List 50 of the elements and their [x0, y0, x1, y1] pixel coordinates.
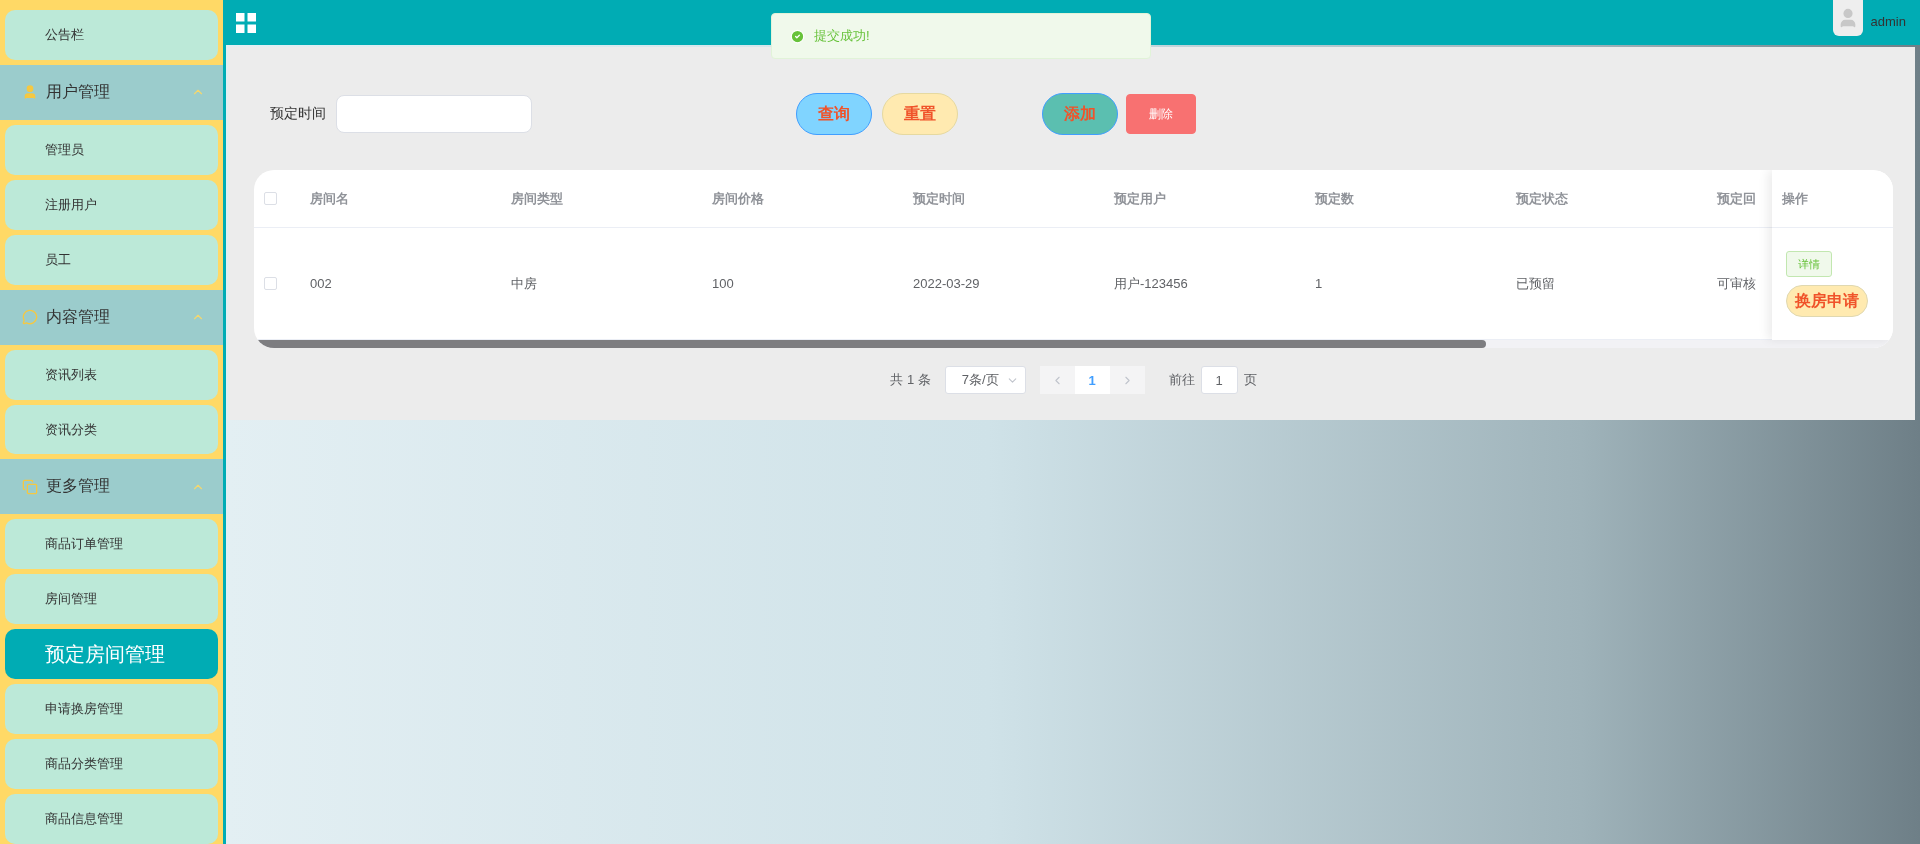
menu-group-header[interactable]: 内容管理: [0, 289, 223, 345]
table-cell-text: 已预留: [1516, 274, 1556, 293]
success-icon: [790, 28, 805, 44]
menu-item[interactable]: 资讯分类: [5, 404, 218, 455]
goto-label: 前往: [1168, 371, 1195, 389]
column-header: 房间类型: [511, 189, 564, 208]
toast-message: 提交成功!: [814, 27, 870, 45]
table-cell-text: 可审核: [1717, 274, 1757, 293]
menu-item[interactable]: 商品信息管理: [5, 794, 218, 844]
column-header: 预定状态: [1516, 189, 1569, 208]
table-cell-text: 002: [310, 276, 333, 291]
total-count: 共 1 条: [890, 371, 931, 389]
table-cell-text: 用户-123456: [1114, 274, 1189, 293]
menu-item[interactable]: 房间管理: [5, 574, 218, 625]
table-cell-text: 100: [712, 276, 735, 291]
column-header: 房间价格: [712, 189, 765, 208]
menu-item[interactable]: 员工: [5, 234, 218, 285]
user-name: admin: [1870, 13, 1906, 29]
checkbox[interactable]: [264, 192, 277, 205]
chat-icon: [22, 309, 38, 326]
avatar[interactable]: [1832, 0, 1863, 36]
page-suffix: 页: [1243, 371, 1257, 389]
menu-item[interactable]: 商品分类管理: [5, 739, 218, 790]
menu-item[interactable]: 管理员: [5, 124, 218, 175]
copy-icon: [22, 478, 38, 495]
user-icon: [22, 84, 38, 101]
page-input[interactable]: 1: [1200, 366, 1238, 394]
column-header: 预定数: [1315, 189, 1355, 208]
menu-item[interactable]: 资讯列表: [5, 349, 218, 400]
menu-item[interactable]: 公告栏: [5, 10, 218, 60]
menu-item[interactable]: 商品订单管理: [5, 519, 218, 570]
menu-group-header[interactable]: 更多管理: [0, 459, 223, 515]
menu-item[interactable]: 注册用户: [5, 179, 218, 230]
table-cell-text: 2022-03-29: [913, 276, 981, 291]
column-header: 预定时间: [913, 189, 966, 208]
date-field[interactable]: [336, 95, 532, 133]
prev-page-button[interactable]: [1039, 366, 1075, 394]
table-cell-text: 中房: [511, 274, 538, 293]
column-header: 操作: [1782, 189, 1808, 208]
field-label: 预定时间: [270, 105, 326, 123]
page-size-select[interactable]: 7条/页: [944, 366, 1026, 394]
column-header: 房间名: [310, 189, 350, 208]
next-page-button[interactable]: [1109, 366, 1145, 394]
column-header: 预定用户: [1114, 189, 1167, 208]
checkbox[interactable]: [264, 277, 277, 290]
table-cell-text: 1: [1315, 276, 1324, 291]
grid-menu-icon[interactable]: [236, 12, 256, 33]
menu-group-header[interactable]: 用户管理: [0, 64, 223, 120]
menu-item[interactable]: 申请换房管理: [5, 684, 218, 735]
column-header: 预定回: [1717, 189, 1757, 208]
